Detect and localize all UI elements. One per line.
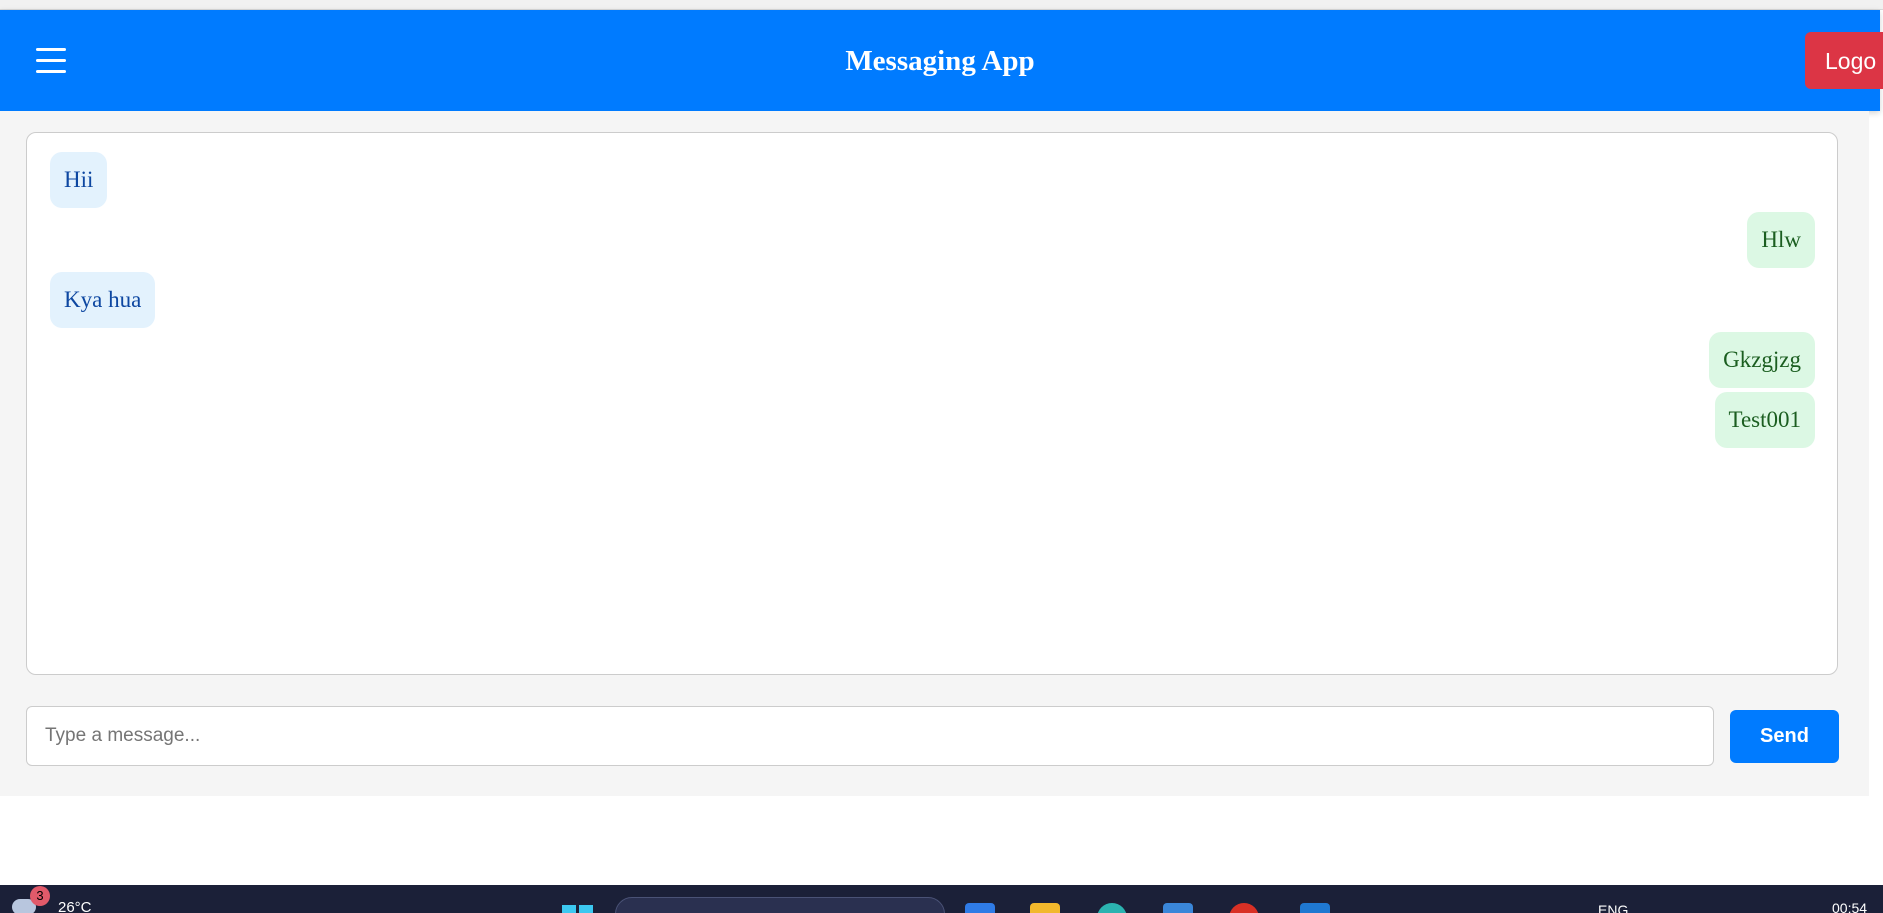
send-button[interactable]: Send — [1730, 710, 1839, 763]
app-header: Messaging App Logo — [0, 10, 1883, 111]
language-indicator[interactable]: ENG — [1598, 901, 1628, 913]
browser-edge-icon[interactable] — [1097, 903, 1127, 913]
clock[interactable]: 00:54 — [1832, 899, 1867, 913]
message-list[interactable]: Hii Hlw Kya hua Gkzgjzg Test001 — [26, 132, 1838, 675]
taskbar-search-box[interactable] — [615, 897, 945, 913]
message-input[interactable] — [26, 706, 1714, 766]
message-bubble-received: Kya hua — [50, 272, 156, 328]
windows-start-icon[interactable] — [562, 905, 594, 913]
message-bubble-sent: Hlw — [1747, 212, 1815, 268]
chat-area: Hii Hlw Kya hua Gkzgjzg Test001 Send — [0, 111, 1869, 796]
os-taskbar: 3 26°C ENG 00:54 — [0, 885, 1883, 913]
message-bubble-received: Hii — [50, 152, 108, 208]
app-icon-copilot[interactable] — [965, 903, 995, 913]
chrome-icon[interactable] — [1229, 903, 1259, 913]
message-bubble-sent: Test001 — [1714, 392, 1815, 448]
folder-icon[interactable] — [1030, 903, 1060, 913]
store-icon[interactable] — [1163, 903, 1193, 913]
vscode-icon[interactable] — [1300, 903, 1330, 913]
message-bubble-sent: Gkzgjzg — [1709, 332, 1815, 388]
browser-top-edge — [0, 0, 1883, 10]
weather-alert-badge: 3 — [30, 886, 50, 906]
app-title: Messaging App — [845, 45, 1035, 77]
logout-button[interactable]: Logo — [1805, 32, 1883, 89]
temperature-readout[interactable]: 26°C — [58, 899, 92, 913]
browser-viewport: Messaging App Logo Hii Hlw Kya hua Gkzgj… — [0, 0, 1883, 913]
